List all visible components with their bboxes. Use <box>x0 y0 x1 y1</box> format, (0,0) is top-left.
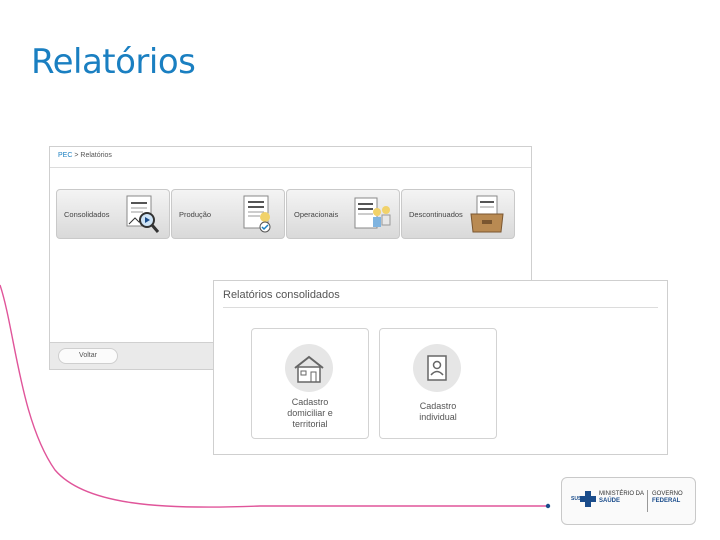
ministry-text: MINISTÉRIO DA SAÚDE <box>599 491 645 504</box>
ministry-logo: SUS MINISTÉRIO DA SAÚDE GOVERNO FEDERAL <box>561 477 696 525</box>
house-icon <box>294 355 324 383</box>
breadcrumb: PEC > Relatórios <box>58 152 112 159</box>
person-card-icon <box>427 355 447 381</box>
breadcrumb-divider <box>50 167 531 168</box>
tile-label: Cadastro domiciliar e territorial <box>287 397 333 429</box>
logo-separator <box>647 490 648 512</box>
tile-label: Cadastro individual <box>419 401 457 422</box>
breadcrumb-root[interactable]: PEC <box>58 152 72 159</box>
card-label: Produção <box>179 210 212 219</box>
report-production-icon <box>243 195 271 233</box>
title-divider <box>223 307 658 308</box>
card-label: Descontinuados <box>409 210 463 219</box>
card-descontinuados[interactable]: Descontinuados <box>401 189 515 239</box>
breadcrumb-separator: > <box>74 152 79 159</box>
tile-icon-circle <box>285 344 333 392</box>
slide-title: Relatórios <box>31 42 196 82</box>
tile-icon-circle <box>413 344 461 392</box>
panel-title: Relatórios consolidados <box>223 289 340 301</box>
card-operacionais[interactable]: Operacionais <box>286 189 400 239</box>
card-label: Operacionais <box>294 210 339 219</box>
card-producao[interactable]: Produção <box>171 189 285 239</box>
tile-cadastro-individual[interactable]: Cadastro individual <box>379 328 497 439</box>
back-button[interactable]: Voltar <box>58 348 118 364</box>
report-people-icon <box>354 197 391 229</box>
consolidated-reports-screen: Relatórios consolidados Cadastro domicil… <box>213 280 668 455</box>
card-label: Consolidados <box>64 210 110 219</box>
report-magnifier-icon <box>126 195 160 233</box>
tile-cadastro-domiciliar[interactable]: Cadastro domiciliar e territorial <box>251 328 369 439</box>
government-text: GOVERNO FEDERAL <box>652 491 683 504</box>
card-consolidados[interactable]: Consolidados <box>56 189 170 239</box>
breadcrumb-current: Relatórios <box>80 152 112 159</box>
health-cross-icon <box>580 491 596 507</box>
report-drawer-icon <box>470 195 504 233</box>
